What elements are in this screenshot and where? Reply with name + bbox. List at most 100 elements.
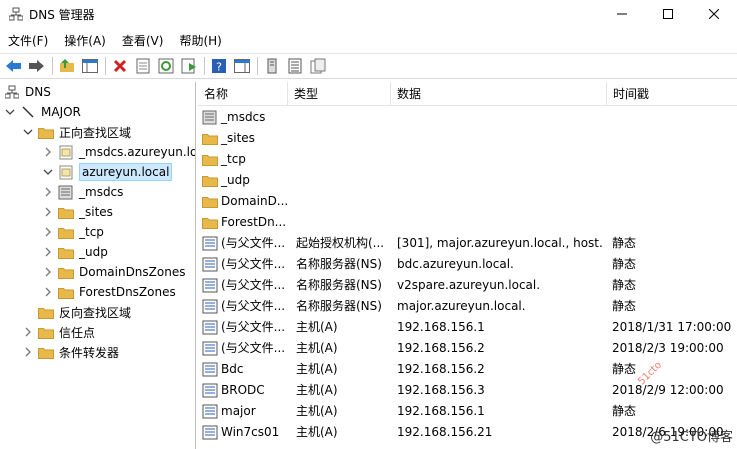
record-timestamp: 静态 [612,257,637,271]
column-header-type[interactable]: 类型 [288,82,391,106]
record-name-cell: _msdcs [202,107,290,128]
table-row[interactable]: _udp [198,170,737,191]
record-data [397,149,602,170]
expand-arrow-icon[interactable] [22,346,34,358]
expand-arrow-icon[interactable] [42,286,54,298]
record-timestamp: 静态 [612,362,637,376]
folder-icon [202,131,218,146]
record-data [397,128,602,149]
table-row[interactable]: (与父文件... 主机(A) 192.168.156.2 2018/2/3 19:00… [198,338,737,359]
list-view-button[interactable] [285,56,305,76]
table-row[interactable]: (与父文件... 主机(A) 192.168.156.1 2018/1/31 17:0… [198,317,737,338]
minimize-button[interactable] [599,0,645,28]
detail-view-button[interactable] [308,56,328,76]
action-pane-icon [234,59,250,73]
record-name-cell: ForestDn... [202,212,290,233]
tree-node[interactable]: _tcp [42,222,104,242]
record-type [296,212,386,233]
folder-icon [58,205,74,219]
record-data: major.azureyun.local. [397,299,526,313]
expand-arrow-icon[interactable] [42,206,54,218]
properties-button[interactable] [133,56,153,76]
folder-icon [58,245,74,259]
table-row[interactable]: major 主机(A) 192.168.156.1 静态 [198,401,737,422]
new-host-button[interactable] [262,56,282,76]
table-row[interactable]: _sites [198,128,737,149]
tree-node-label: DomainDnsZones [79,265,186,279]
record-type: 名称服务器(NS) [296,299,382,313]
record-name: _udp [221,173,250,187]
tree-node[interactable]: DomainDnsZones [42,262,185,282]
tree-node[interactable]: _udp [42,242,108,262]
expand-arrow-icon[interactable] [22,326,34,338]
folder-icon [202,152,218,167]
tree-node[interactable]: 反向查找区域 [22,302,131,322]
expand-arrow-icon[interactable] [42,226,54,238]
table-row[interactable]: BRODC 主机(A) 192.168.156.3 2018/2/9 12:00:00 [198,380,737,401]
maximize-button[interactable] [645,0,691,28]
column-header-timestamp[interactable]: 时间戳 [607,82,737,106]
record-type: 起始授权机构(... [296,236,385,250]
menu-action[interactable]: 操作(A) [56,32,114,49]
tree-node[interactable]: _msdcs.azureyun.local [42,142,195,162]
tree-node[interactable]: MAJOR [4,102,81,122]
folder-icon [58,225,74,239]
folder-icon [38,125,54,139]
tree-node[interactable]: _sites [42,202,113,222]
tree-node-label: 反向查找区域 [59,305,132,320]
expand-arrow-icon[interactable] [42,246,54,258]
menu-help[interactable]: 帮助(H) [171,32,229,49]
record-timestamp: 静态 [612,278,637,292]
menu-view[interactable]: 查看(V) [114,32,172,49]
collapse-arrow-icon[interactable] [42,166,54,178]
folder-icon [38,305,54,319]
collapse-arrow-icon[interactable] [4,106,16,118]
tree-node[interactable]: azureyun.local [42,162,173,182]
expand-arrow-icon[interactable] [42,146,54,158]
menu-file[interactable]: 文件(F) [0,32,56,49]
record-timestamp [612,170,732,191]
expand-arrow-icon[interactable] [42,186,54,198]
export-list-button[interactable] [179,56,199,76]
delete-button[interactable] [110,56,130,76]
record-name-cell: Bdc [202,359,290,380]
record-name: (与父文件... [221,278,286,292]
show-hide-tree-button[interactable] [80,56,100,76]
expand-arrow-icon[interactable] [42,266,54,278]
record-data [397,191,602,212]
tree-node[interactable]: 正向查找区域 [22,122,131,142]
table-row[interactable]: _msdcs [198,107,737,128]
column-header-name[interactable]: 名称 [198,82,288,106]
up-level-button[interactable] [57,56,77,76]
table-row[interactable]: (与父文件... 名称服务器(NS) v2spare.azureyun.local.… [198,275,737,296]
tree-node-label: DNS [25,85,51,99]
record-name-cell: _udp [202,170,290,191]
table-row[interactable]: _tcp [198,149,737,170]
record-name-cell: (与父文件... [202,296,290,317]
tree-node[interactable]: DNS [4,82,51,102]
collapse-arrow-icon[interactable] [22,126,34,138]
table-row[interactable]: (与父文件... 起始授权机构(... [301], major.azureyun.… [198,233,737,254]
table-row[interactable]: ForestDn... [198,212,737,233]
forward-button[interactable] [27,56,47,76]
column-header-data[interactable]: 数据 [391,82,607,106]
tree-node-label: ForestDnsZones [79,285,176,299]
record-name-cell: DomainD... [202,191,290,212]
tree-node[interactable]: 信任点 [22,322,95,342]
table-row[interactable]: (与父文件... 名称服务器(NS) major.azureyun.local. 静态 [198,296,737,317]
record-type [296,191,386,212]
close-button[interactable] [691,0,737,28]
tree-node[interactable]: ForestDnsZones [42,282,176,302]
record-name-cell: (与父文件... [202,254,290,275]
table-row[interactable]: DomainD... [198,191,737,212]
action-pane-button[interactable] [232,56,252,76]
record-name: DomainD... [221,194,289,208]
tree-node[interactable]: 条件转发器 [22,342,119,362]
back-button[interactable] [4,56,24,76]
help-button[interactable]: ? [209,56,229,76]
table-row[interactable]: (与父文件... 名称服务器(NS) bdc.azureyun.local. 静态 [198,254,737,275]
tree-node[interactable]: _msdcs [42,182,123,202]
refresh-button[interactable] [156,56,176,76]
record-name: (与父文件... [221,236,286,250]
record-data [397,107,602,128]
